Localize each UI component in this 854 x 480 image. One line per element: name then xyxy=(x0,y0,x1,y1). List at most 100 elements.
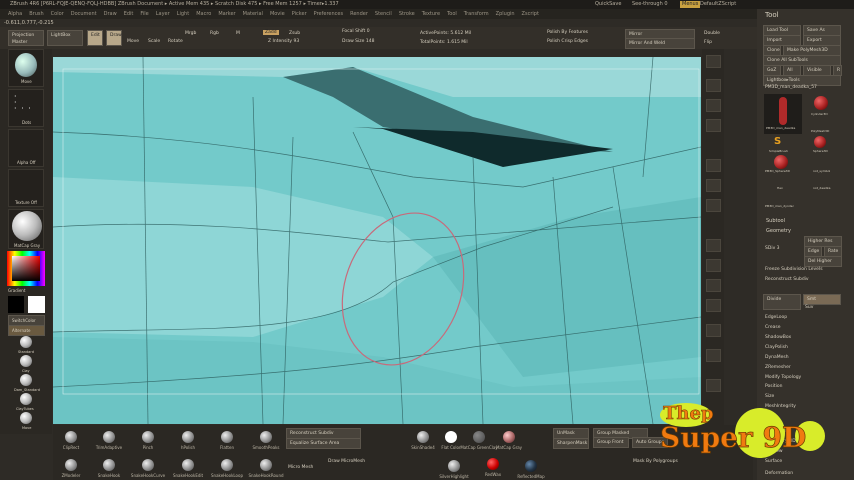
material-silver[interactable]: SilverHighlight xyxy=(439,474,468,479)
menu-layer[interactable]: Layer xyxy=(156,11,170,17)
persp-button[interactable] xyxy=(706,159,721,172)
draw-button[interactable]: Draw xyxy=(106,30,122,46)
polyf-button[interactable] xyxy=(706,324,721,337)
menu-picker[interactable]: Picker xyxy=(292,11,307,17)
hpolish-icon[interactable] xyxy=(182,431,194,443)
menu-document[interactable]: Document xyxy=(71,11,97,17)
move-button[interactable]: Move xyxy=(127,39,139,44)
suv-button[interactable]: Suv xyxy=(805,305,813,310)
snakehook-icon[interactable] xyxy=(103,459,115,471)
m-button[interactable]: M xyxy=(236,31,240,36)
tool-item-symbol[interactable]: not_symbol xyxy=(813,169,830,173)
tool-item-cylinder[interactable]: Cylinder3D xyxy=(811,112,828,116)
mesh-render[interactable] xyxy=(53,57,701,424)
redwax-icon[interactable] xyxy=(487,458,499,470)
bpr-button[interactable] xyxy=(706,55,721,68)
menu-edit[interactable]: Edit xyxy=(124,11,134,17)
frame-button[interactable] xyxy=(706,239,721,252)
tool-thumb-sphere[interactable] xyxy=(814,136,826,148)
menu-movie[interactable]: Movie xyxy=(270,11,285,17)
actual-button[interactable] xyxy=(706,119,721,132)
quicksave-button[interactable]: QuickSave xyxy=(595,0,621,9)
menu-render[interactable]: Render xyxy=(350,11,368,17)
floor-button[interactable] xyxy=(706,179,721,192)
snakehookloop-icon[interactable] xyxy=(221,459,233,471)
rgb-button[interactable]: Rgb xyxy=(210,31,219,36)
menu-material[interactable]: Material xyxy=(243,11,263,17)
material-reflectedmap[interactable]: ReflectedMap xyxy=(517,474,544,479)
focal-shift-slider[interactable]: Focal Shift 0 xyxy=(342,29,370,34)
trimadaptive-icon[interactable] xyxy=(103,431,115,443)
mrgb-button[interactable]: Mrgb xyxy=(185,31,196,36)
section-shadowbox[interactable]: ShadowBox xyxy=(765,335,791,340)
rotate-button[interactable]: Rotate xyxy=(168,39,183,44)
micro-mesh-button[interactable]: Micro Mesh xyxy=(288,465,313,470)
claytubes-brush-icon[interactable] xyxy=(20,393,32,405)
menu-transform[interactable]: Transform xyxy=(464,11,489,17)
material-matcap-gray[interactable]: MatCap Gray xyxy=(496,445,522,450)
canvas-viewport[interactable] xyxy=(53,57,701,424)
zadd-button[interactable]: Zadd xyxy=(263,30,279,35)
tool-item-polymesh[interactable]: PolyMesh3D xyxy=(811,129,829,133)
matcap-greenclay-icon[interactable] xyxy=(473,431,485,443)
zoom3d-button[interactable] xyxy=(706,279,721,292)
menus-button[interactable]: Menus xyxy=(680,1,701,8)
dam-standard-brush-icon[interactable] xyxy=(20,374,32,386)
default-script-button[interactable]: DefaultZScript xyxy=(700,0,736,9)
reflectedmap-icon[interactable] xyxy=(525,460,537,472)
zsub-button[interactable]: Zsub xyxy=(289,31,300,36)
flip-button[interactable]: Flip xyxy=(704,40,712,45)
tool-item-hex[interactable]: Hex xyxy=(777,186,783,190)
flatten-icon[interactable] xyxy=(221,431,233,443)
mirror-and-weld-button[interactable]: Mirror And Weld xyxy=(625,38,695,49)
group-front-button[interactable]: Group Front xyxy=(593,437,629,448)
alternate-button[interactable]: Alternate xyxy=(8,325,45,336)
geometry-header[interactable]: Geometry xyxy=(766,228,791,234)
menu-texture[interactable]: Texture xyxy=(422,11,440,17)
menu-file[interactable]: File xyxy=(140,11,148,17)
brush-snakehookedit[interactable]: SnakeHookEdit xyxy=(173,473,203,478)
section-crease[interactable]: Crease xyxy=(765,325,781,330)
gradient-label[interactable]: Gradient xyxy=(8,288,25,293)
subtool-header[interactable]: Subtool xyxy=(766,218,785,224)
material-skinshade[interactable]: SkinShade4 xyxy=(411,445,435,450)
snakehookround-icon[interactable] xyxy=(260,459,272,471)
zoom-button[interactable] xyxy=(706,99,721,112)
divide-button[interactable]: Divide xyxy=(763,294,801,310)
menu-preferences[interactable]: Preferences xyxy=(314,11,343,17)
freeze-subdivision-button[interactable]: Freeze Subdivision Levels xyxy=(765,267,823,272)
draw-micromesh-button[interactable]: Draw MicroMesh xyxy=(328,459,365,464)
section-dynamesh[interactable]: DynaMesh xyxy=(765,355,789,360)
stroke-selector[interactable]: · · · · · Dots xyxy=(8,89,44,127)
clay-brush-icon[interactable] xyxy=(20,355,32,367)
brush-trimadaptive[interactable]: TrimAdaptive xyxy=(96,445,122,450)
brush-snakehookloop[interactable]: SnakeHookLoop xyxy=(211,473,243,478)
section-edgeloop[interactable]: EdgeLoop xyxy=(765,315,787,320)
brush-flatten[interactable]: Flatten xyxy=(220,445,234,450)
move-view-button[interactable] xyxy=(706,259,721,272)
brush-pinch[interactable]: Pinch xyxy=(143,445,154,450)
draw-size-slider[interactable]: Draw Size 148 xyxy=(342,39,374,44)
main-color-swatch[interactable] xyxy=(28,296,45,313)
brush-hpolish[interactable]: hPolish xyxy=(181,445,195,450)
menu-brush[interactable]: Brush xyxy=(29,11,43,17)
tool-thumb-cylinder[interactable] xyxy=(814,96,828,110)
solo-button[interactable] xyxy=(706,379,721,392)
brush-clay[interactable]: Clay xyxy=(22,369,30,373)
brush-snakehookround[interactable]: SnakeHookRound xyxy=(248,473,283,478)
scroll-button[interactable] xyxy=(706,79,721,92)
matcap-gray-icon[interactable] xyxy=(503,431,515,443)
flatcolor-icon[interactable] xyxy=(445,431,457,443)
tool-thumb-pm3d-sphere[interactable] xyxy=(774,155,788,169)
lightbox-button[interactable]: LightBox xyxy=(47,30,83,46)
brush-smoothpeaks[interactable]: SmoothPeaks xyxy=(252,445,279,450)
brush-claytubes[interactable]: ClayTubes xyxy=(16,407,34,411)
transp-button[interactable] xyxy=(706,349,721,362)
edit-button[interactable]: Edit xyxy=(87,30,103,46)
brush-zmodeler[interactable]: ZModeler xyxy=(62,473,81,478)
silverhighlight-icon[interactable] xyxy=(448,460,460,472)
material-redwax[interactable]: RedWax xyxy=(485,472,501,477)
reconstruct-subdiv-button[interactable]: Reconstruct Subdiv xyxy=(765,277,809,282)
texture-selector[interactable]: Texture Off xyxy=(8,169,44,207)
alpha-selector[interactable]: Alpha Off xyxy=(8,129,44,167)
